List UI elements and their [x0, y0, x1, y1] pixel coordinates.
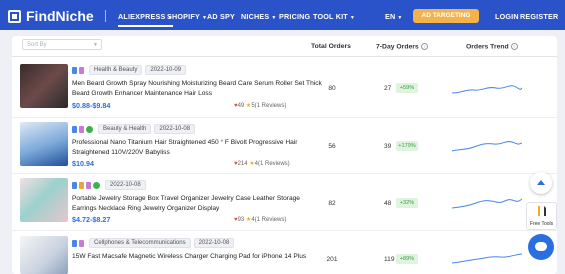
- play-icon: [86, 125, 93, 133]
- trend-sparkline: [452, 253, 522, 264]
- row-tags: Cellphones & Telecommunications 2022-10-…: [72, 238, 235, 248]
- seven-day-orders: 39: [384, 143, 392, 150]
- bag-icon: [79, 239, 84, 247]
- product-price: $10.94: [72, 159, 94, 168]
- product-image[interactable]: [20, 236, 68, 274]
- col-total-orders[interactable]: Total Orders: [311, 43, 351, 50]
- seven-day-orders: 27: [384, 85, 392, 92]
- login-link[interactable]: LOGIN: [495, 12, 519, 21]
- trend-sparkline: [452, 198, 522, 209]
- category-tag[interactable]: Beauty & Health: [98, 124, 152, 134]
- growth-badge: +59%: [396, 83, 418, 93]
- logo[interactable]: FindNiche: [8, 8, 94, 24]
- bag-icon: [79, 125, 84, 133]
- product-title[interactable]: Professional Nano Titanium Hair Straight…: [72, 138, 322, 158]
- chevron-down-icon: ▼: [93, 42, 98, 48]
- product-title[interactable]: Portable Jewelry Storage Box Travel Orga…: [72, 194, 322, 214]
- box-icon: [79, 181, 84, 189]
- product-price: $0.88-$9.84: [72, 101, 111, 110]
- growth-badge: +32%: [396, 198, 418, 208]
- drop-icon: [72, 66, 77, 74]
- product-image[interactable]: [20, 64, 68, 108]
- info-icon: ?: [420, 43, 428, 50]
- free-tools-label: Free Tools: [529, 221, 554, 227]
- drop-icon: [72, 181, 77, 189]
- row-tags: Beauty & Health 2022-10-08: [72, 124, 196, 134]
- total-orders: 201: [326, 256, 338, 263]
- nav-niches[interactable]: NICHES ▼: [241, 12, 277, 21]
- header-divider: [12, 56, 557, 57]
- bag-icon: [86, 181, 91, 189]
- category-tag[interactable]: Cellphones & Telecommunications: [89, 238, 191, 248]
- trend-sparkline: [452, 85, 522, 94]
- ad-targeting-button[interactable]: AD TARGETING: [413, 9, 479, 23]
- chevron-down-icon: ▼: [349, 15, 356, 21]
- product-image[interactable]: [20, 122, 68, 166]
- play-icon: [93, 181, 100, 189]
- date-tag: 2022-10-09: [145, 65, 187, 75]
- date-tag: 2022-10-08: [154, 124, 196, 134]
- product-meta: ♥93 ★4(1 Reviews): [234, 217, 287, 223]
- seven-day-orders: 48: [384, 200, 392, 207]
- nav-shopify[interactable]: SHOPIFY ▼: [167, 12, 207, 21]
- trend-sparkline: [452, 141, 522, 152]
- nav-aliexpress[interactable]: ALIEXPRESS ▼: [118, 12, 173, 27]
- drop-icon: [72, 239, 77, 247]
- total-orders: 80: [328, 85, 336, 92]
- col-7day-orders[interactable]: 7-Day Orders?: [376, 43, 428, 50]
- product-meta: ♥49 ★5(1 Reviews): [234, 103, 287, 109]
- divider: [105, 10, 106, 22]
- product-meta: ♥214 ★4(1 Reviews): [234, 161, 290, 167]
- language-select[interactable]: EN ▼: [385, 12, 403, 21]
- info-icon: ?: [510, 43, 518, 50]
- sort-by-select[interactable]: Sort By ▼: [22, 39, 102, 50]
- nav-pricing[interactable]: PRICING: [279, 12, 310, 21]
- seven-day-orders: 119: [384, 256, 395, 263]
- date-tag: 2022-10-08: [105, 180, 146, 190]
- category-tag[interactable]: Health & Beauty: [89, 65, 143, 75]
- top-nav-bar: FindNiche ALIEXPRESS ▼ SHOPIFY ▼ AD SPY NI…: [0, 0, 565, 30]
- total-orders: 56: [328, 143, 336, 150]
- col-orders-trend: Orders Trend?: [466, 43, 518, 50]
- logo-text: FindNiche: [26, 8, 94, 24]
- chat-button[interactable]: [528, 234, 554, 260]
- logo-icon: [8, 9, 21, 23]
- row-tags: 2022-10-08: [72, 180, 146, 190]
- row-divider: [12, 117, 557, 118]
- scroll-top-button[interactable]: [530, 172, 552, 194]
- growth-badge: +179%: [396, 141, 418, 151]
- bag-icon: [79, 66, 84, 74]
- nav-tool-kit[interactable]: TOOL KIT ▼: [313, 12, 355, 21]
- chevron-down-icon: ▼: [271, 15, 277, 21]
- nav-ad-spy[interactable]: AD SPY: [207, 12, 235, 21]
- product-title[interactable]: 15W Fast Macsafe Magnetic Wireless Charg…: [72, 252, 322, 262]
- date-tag: 2022-10-08: [193, 238, 235, 248]
- tools-icon: [537, 206, 546, 216]
- product-price: $4.72-$8.27: [72, 215, 111, 224]
- growth-badge: +89%: [396, 254, 418, 264]
- drop-icon: [72, 125, 77, 133]
- row-divider: [12, 173, 557, 174]
- row-divider: [12, 230, 557, 231]
- product-title[interactable]: Men Beard Growth Spray Nourishing Moistu…: [72, 79, 322, 99]
- chevron-down-icon: ▼: [397, 15, 403, 21]
- product-image[interactable]: [20, 178, 68, 222]
- register-link[interactable]: REGISTER: [520, 12, 558, 21]
- row-tags: Health & Beauty 2022-10-09: [72, 65, 187, 75]
- free-tools-button[interactable]: Free Tools: [526, 202, 557, 230]
- total-orders: 82: [328, 200, 336, 207]
